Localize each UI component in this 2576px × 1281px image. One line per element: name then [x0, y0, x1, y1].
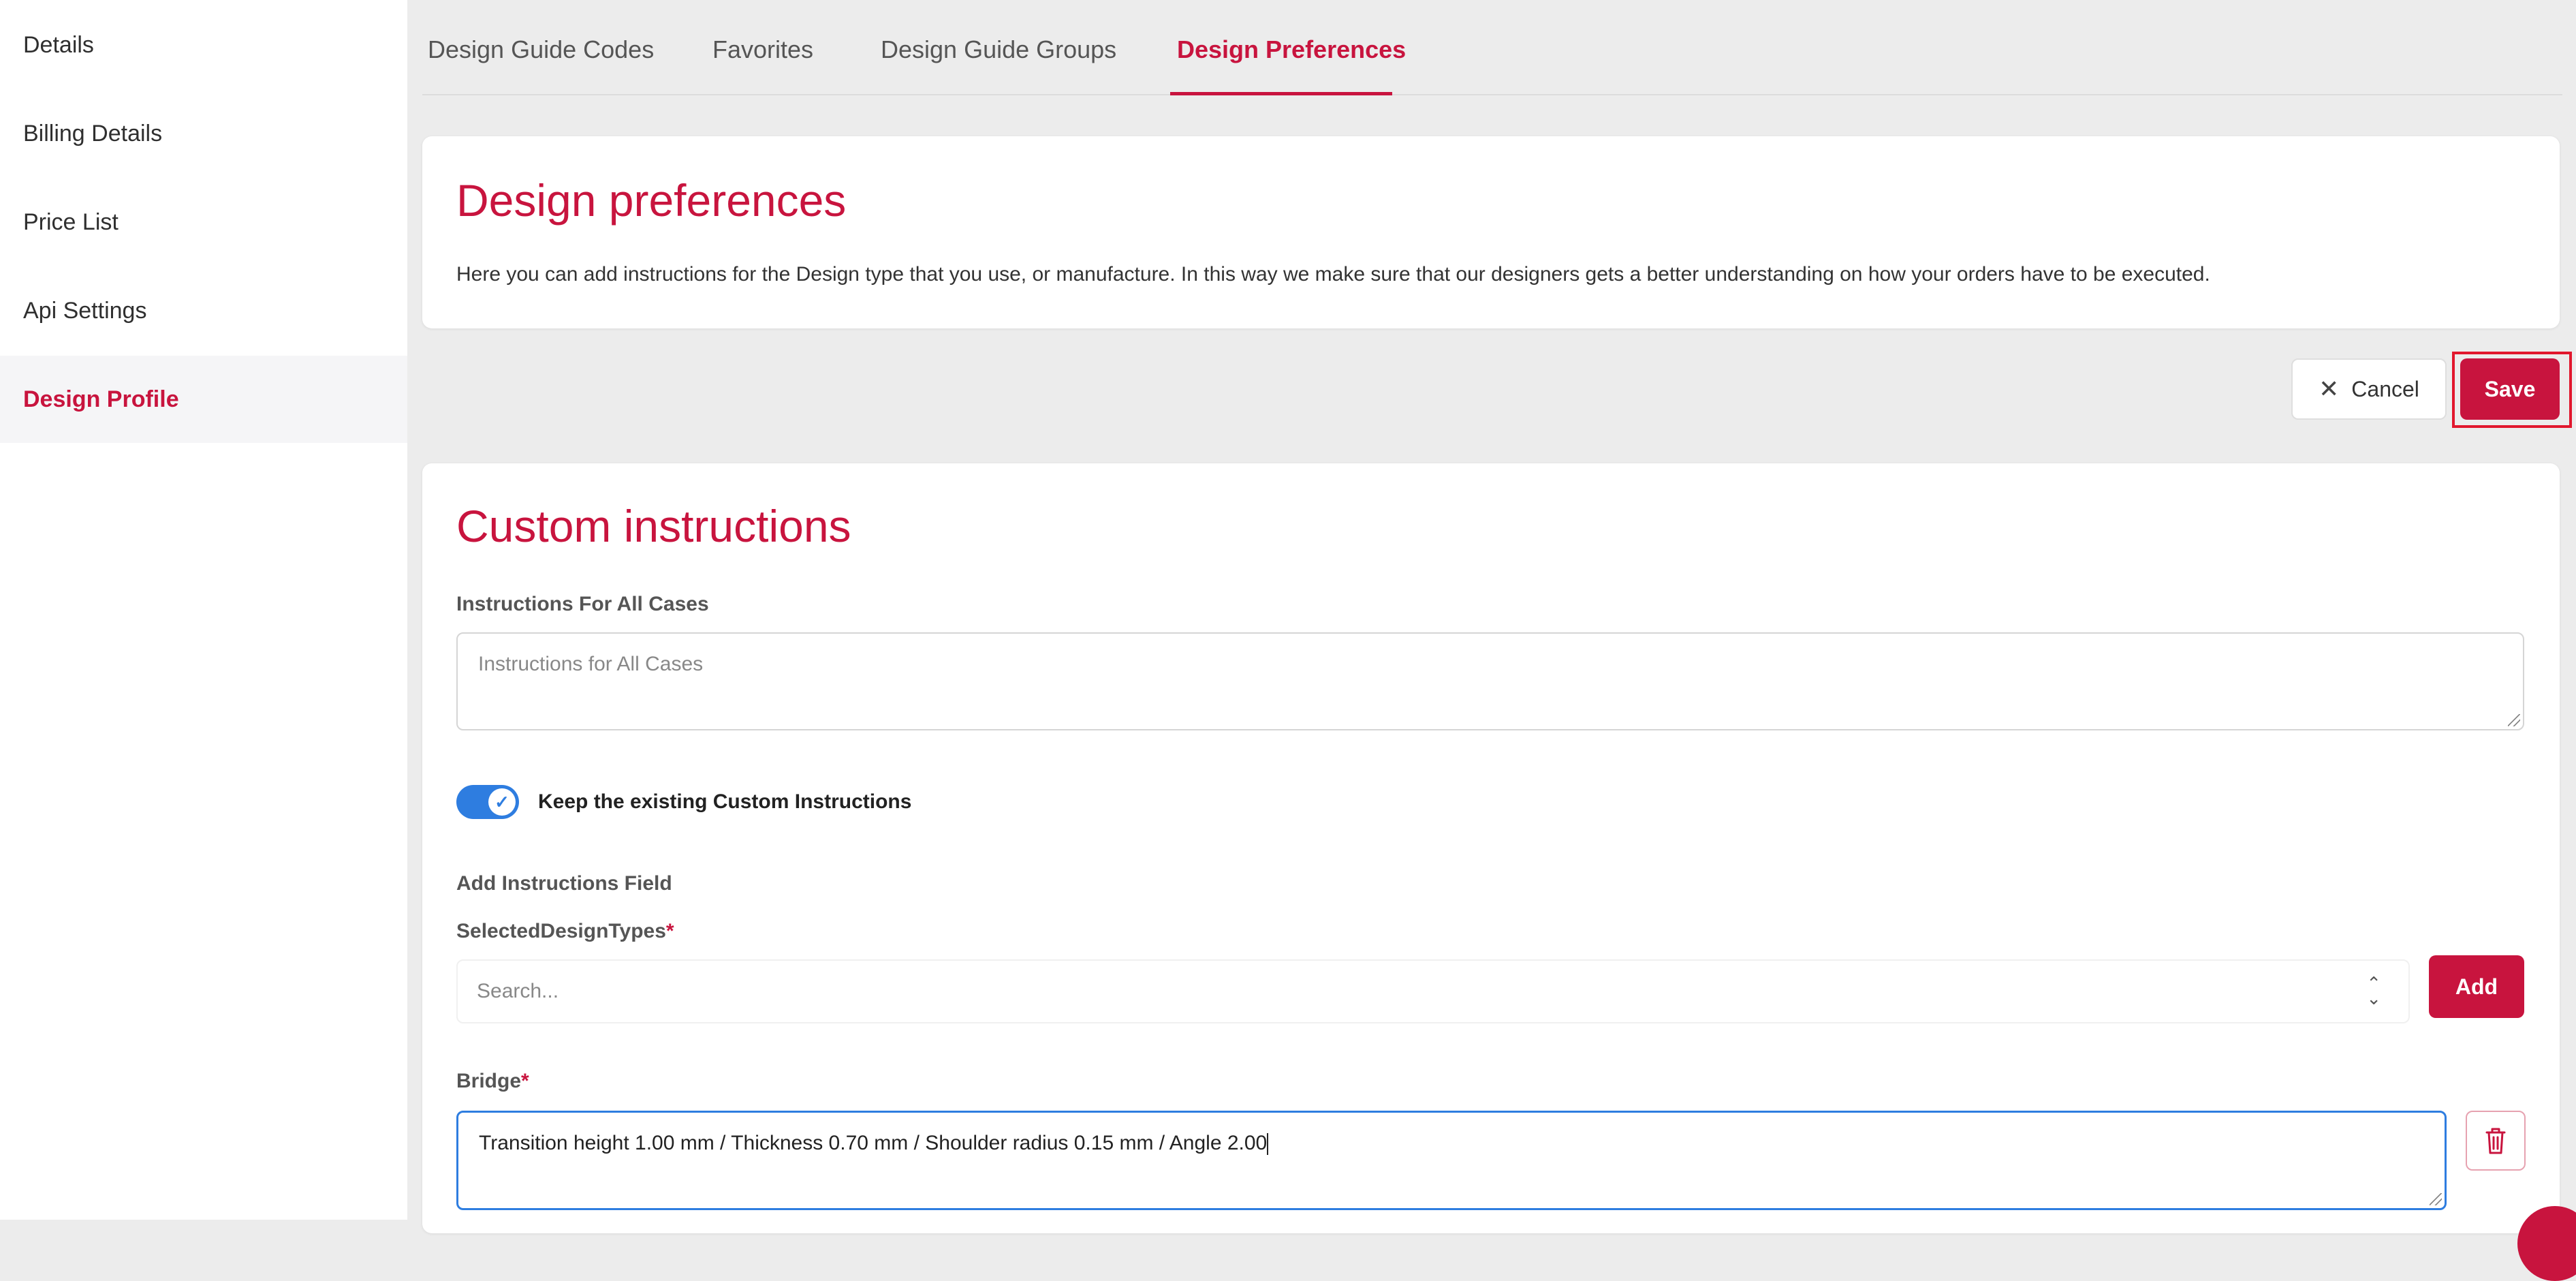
cancel-button[interactable]: ✕ Cancel — [2291, 358, 2447, 420]
design-preferences-card: Design preferences Here you can add inst… — [422, 136, 2560, 328]
all-cases-label: Instructions For All Cases — [456, 593, 709, 615]
design-preferences-description: Here you can add instructions for the De… — [456, 263, 2210, 285]
design-preferences-title: Design preferences — [456, 175, 847, 226]
required-asterisk: * — [665, 920, 674, 942]
bridge-label-text: Bridge — [456, 1070, 522, 1092]
keep-existing-toggle[interactable]: ✓ — [456, 785, 519, 819]
add-button[interactable]: Add — [2429, 955, 2524, 1018]
search-placeholder: Search... — [477, 980, 559, 1002]
add-instructions-field-label: Add Instructions Field — [456, 872, 672, 895]
all-cases-textarea[interactable]: Instructions for All Cases — [456, 632, 2524, 730]
sidebar: Details Billing Details Price List Api S… — [0, 0, 407, 1220]
sidebar-item-label: Price List — [23, 209, 119, 235]
sidebar-item-label: Billing Details — [23, 120, 163, 146]
text-caret — [1267, 1133, 1269, 1156]
tab-design-guide-codes[interactable]: Design Guide Codes — [428, 35, 654, 64]
resize-handle-icon[interactable] — [2508, 714, 2520, 726]
selected-design-types-text: SelectedDesignTypes — [456, 920, 666, 942]
cancel-button-label: Cancel — [2351, 376, 2419, 401]
bridge-label: Bridge* — [456, 1070, 529, 1093]
trash-icon — [2485, 1128, 2506, 1154]
delete-button[interactable] — [2466, 1111, 2526, 1171]
sidebar-item-api-settings[interactable]: Api Settings — [0, 267, 407, 354]
sidebar-item-label: Design Profile — [23, 386, 179, 412]
selected-design-types-label: SelectedDesignTypes* — [456, 920, 674, 943]
sidebar-item-billing-details[interactable]: Billing Details — [0, 90, 407, 177]
sidebar-item-design-profile[interactable]: Design Profile — [0, 356, 407, 443]
required-asterisk: * — [521, 1070, 529, 1092]
custom-instructions-title: Custom instructions — [456, 501, 851, 551]
active-tab-indicator — [1170, 92, 1392, 95]
keep-existing-label: Keep the existing Custom Instructions — [538, 790, 912, 813]
sidebar-item-details[interactable]: Details — [0, 1, 407, 89]
tab-favorites[interactable]: Favorites — [712, 35, 813, 64]
check-icon: ✓ — [488, 788, 516, 816]
sidebar-item-label: Api Settings — [23, 297, 147, 324]
tab-design-preferences[interactable]: Design Preferences — [1177, 35, 1406, 64]
bridge-value: Transition height 1.00 mm / Thickness 0.… — [479, 1132, 1268, 1154]
design-types-select[interactable]: Search... ⌃ ⌄ — [456, 959, 2410, 1023]
bridge-instructions-textarea[interactable]: Transition height 1.00 mm / Thickness 0.… — [456, 1111, 2447, 1210]
tabs-divider — [422, 94, 2562, 95]
chevron-up-down-icon: ⌃ ⌄ — [2366, 973, 2381, 1008]
close-icon: ✕ — [2319, 375, 2340, 403]
save-button[interactable]: Save — [2460, 358, 2560, 420]
sidebar-item-label: Details — [23, 31, 94, 58]
custom-instructions-card: Custom instructions Instructions For All… — [422, 463, 2560, 1233]
tab-design-guide-groups[interactable]: Design Guide Groups — [881, 35, 1116, 64]
resize-handle-icon[interactable] — [2430, 1193, 2442, 1205]
all-cases-placeholder: Instructions for All Cases — [478, 653, 704, 675]
sidebar-item-price-list[interactable]: Price List — [0, 179, 407, 266]
